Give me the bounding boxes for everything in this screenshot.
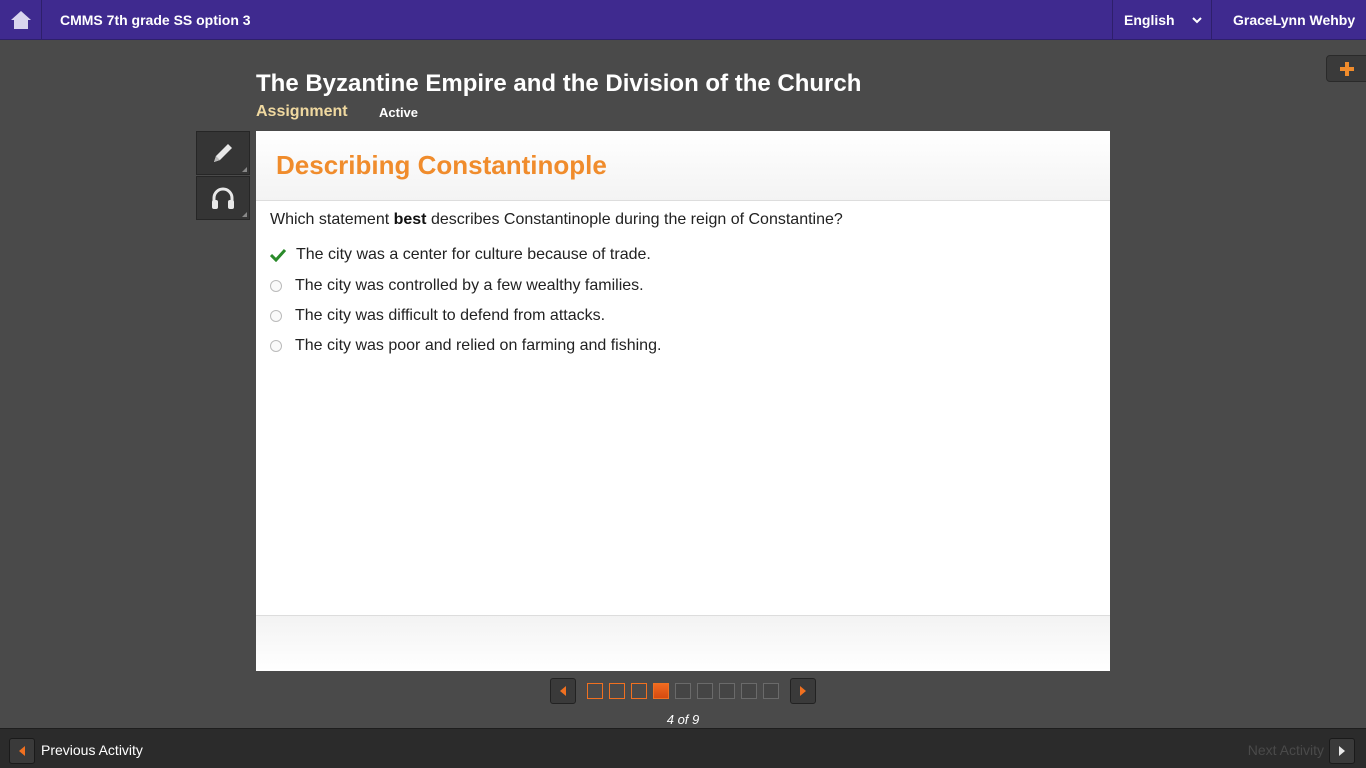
- page-square-7[interactable]: [719, 683, 735, 699]
- page-square-2[interactable]: [609, 683, 625, 699]
- activity-title: Describing Constantinople: [276, 150, 607, 180]
- next-activity-label[interactable]: Next Activity: [1248, 729, 1324, 768]
- answer-option-2[interactable]: The city was controlled by a few wealthy…: [270, 275, 644, 297]
- page-square-9[interactable]: [763, 683, 779, 699]
- page-square-6[interactable]: [697, 683, 713, 699]
- radio-button[interactable]: [270, 310, 282, 322]
- language-label: English: [1124, 12, 1175, 28]
- lesson-title: The Byzantine Empire and the Division of…: [256, 70, 862, 97]
- question-text: Which statement best describes Constanti…: [270, 211, 843, 228]
- page-count: 4 of 9: [666, 712, 700, 727]
- top-bar: CMMS 7th grade SS option 3 English Grace…: [0, 0, 1366, 40]
- add-button[interactable]: [1326, 55, 1366, 82]
- pencil-tool-button[interactable]: [196, 131, 250, 175]
- previous-activity-label[interactable]: Previous Activity: [41, 729, 143, 768]
- page-square-3[interactable]: [631, 683, 647, 699]
- answer-option-label: The city was controlled by a few wealthy…: [295, 277, 644, 294]
- arrow-right-icon: [1339, 746, 1345, 756]
- answer-option-label: The city was a center for culture becaus…: [296, 246, 651, 263]
- status-badge: Active: [379, 105, 419, 120]
- page-square-5[interactable]: [675, 683, 691, 699]
- home-button[interactable]: [0, 0, 42, 40]
- language-select[interactable]: English: [1112, 0, 1212, 40]
- pager-next-button[interactable]: [790, 678, 816, 704]
- activity-panel: Describing Constantinople Which statemen…: [256, 131, 1110, 671]
- assignment-label: Assignment: [256, 103, 348, 120]
- headphones-icon: [212, 187, 234, 209]
- radio-button[interactable]: [270, 340, 282, 352]
- user-menu[interactable]: GraceLynn Wehby: [1213, 0, 1366, 40]
- page-square-4[interactable]: [653, 683, 669, 699]
- chevron-down-icon: [1192, 17, 1202, 24]
- answer-option-label: The city was difficult to defend from at…: [295, 307, 606, 324]
- activity-footer: [256, 615, 1110, 671]
- text-to-speech-button[interactable]: [196, 176, 250, 220]
- course-title[interactable]: CMMS 7th grade SS option 3: [60, 0, 251, 40]
- next-activity-button[interactable]: [1329, 738, 1355, 764]
- home-icon: [10, 11, 31, 29]
- answer-option-label: The city was poor and relied on farming …: [295, 337, 662, 354]
- bottom-bar: Previous Activity Next Activity: [0, 728, 1366, 768]
- arrow-left-icon: [19, 746, 25, 756]
- page-square-8[interactable]: [741, 683, 757, 699]
- pager-prev-button[interactable]: [550, 678, 576, 704]
- checkmark-icon: [270, 248, 286, 262]
- page-square-1[interactable]: [587, 683, 603, 699]
- plus-icon: [1340, 61, 1354, 76]
- answer-option-4[interactable]: The city was poor and relied on farming …: [270, 335, 661, 357]
- arrow-left-icon: [560, 686, 566, 696]
- activity-header: Describing Constantinople: [256, 131, 1110, 201]
- previous-activity-button[interactable]: [9, 738, 35, 764]
- pencil-icon: [214, 144, 232, 162]
- answer-option-3[interactable]: The city was difficult to defend from at…: [270, 305, 605, 327]
- radio-button[interactable]: [270, 280, 282, 292]
- arrow-right-icon: [800, 686, 806, 696]
- answer-option-1[interactable]: The city was a center for culture becaus…: [270, 244, 651, 266]
